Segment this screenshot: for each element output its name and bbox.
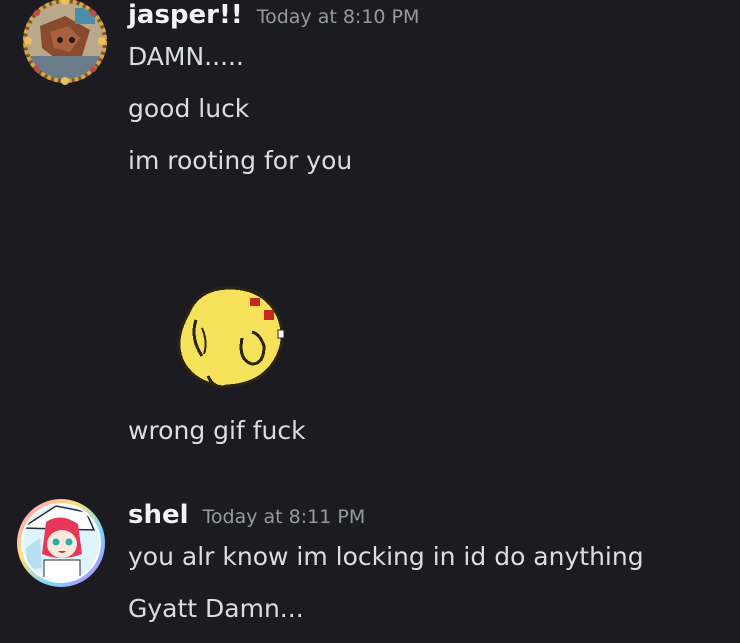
timestamp[interactable]: Today at 8:10 PM bbox=[257, 6, 420, 28]
ornate-frame-avatar-icon bbox=[23, 0, 107, 85]
author-name[interactable]: shel bbox=[128, 500, 189, 530]
yellow-blob-gif-icon bbox=[177, 286, 285, 389]
author-line-jasper: jasper!! Today at 8:10 PM bbox=[128, 0, 419, 30]
anime-girl-avatar-icon bbox=[17, 499, 105, 587]
message-text: Gyatt Damn... bbox=[128, 594, 304, 623]
avatar-shel[interactable] bbox=[16, 498, 106, 588]
message-text: good luck bbox=[128, 94, 250, 123]
author-line-shel: shel Today at 8:11 PM bbox=[128, 500, 365, 530]
gif-embed[interactable] bbox=[168, 280, 296, 392]
message-group-jasper: jasper!! Today at 8:10 PM DAMN..... good … bbox=[0, 0, 740, 460]
avatar-jasper[interactable] bbox=[20, 0, 107, 85]
message-text: wrong gif fuck bbox=[128, 416, 306, 445]
author-name[interactable]: jasper!! bbox=[128, 0, 243, 30]
message-text: you alr know im locking in id do anythin… bbox=[128, 542, 644, 571]
message-text: im rooting for you bbox=[128, 146, 353, 175]
timestamp[interactable]: Today at 8:11 PM bbox=[203, 506, 366, 528]
message-group-shel: shel Today at 8:11 PM you alr know im loc… bbox=[0, 494, 740, 643]
message-text: DAMN..... bbox=[128, 42, 244, 71]
